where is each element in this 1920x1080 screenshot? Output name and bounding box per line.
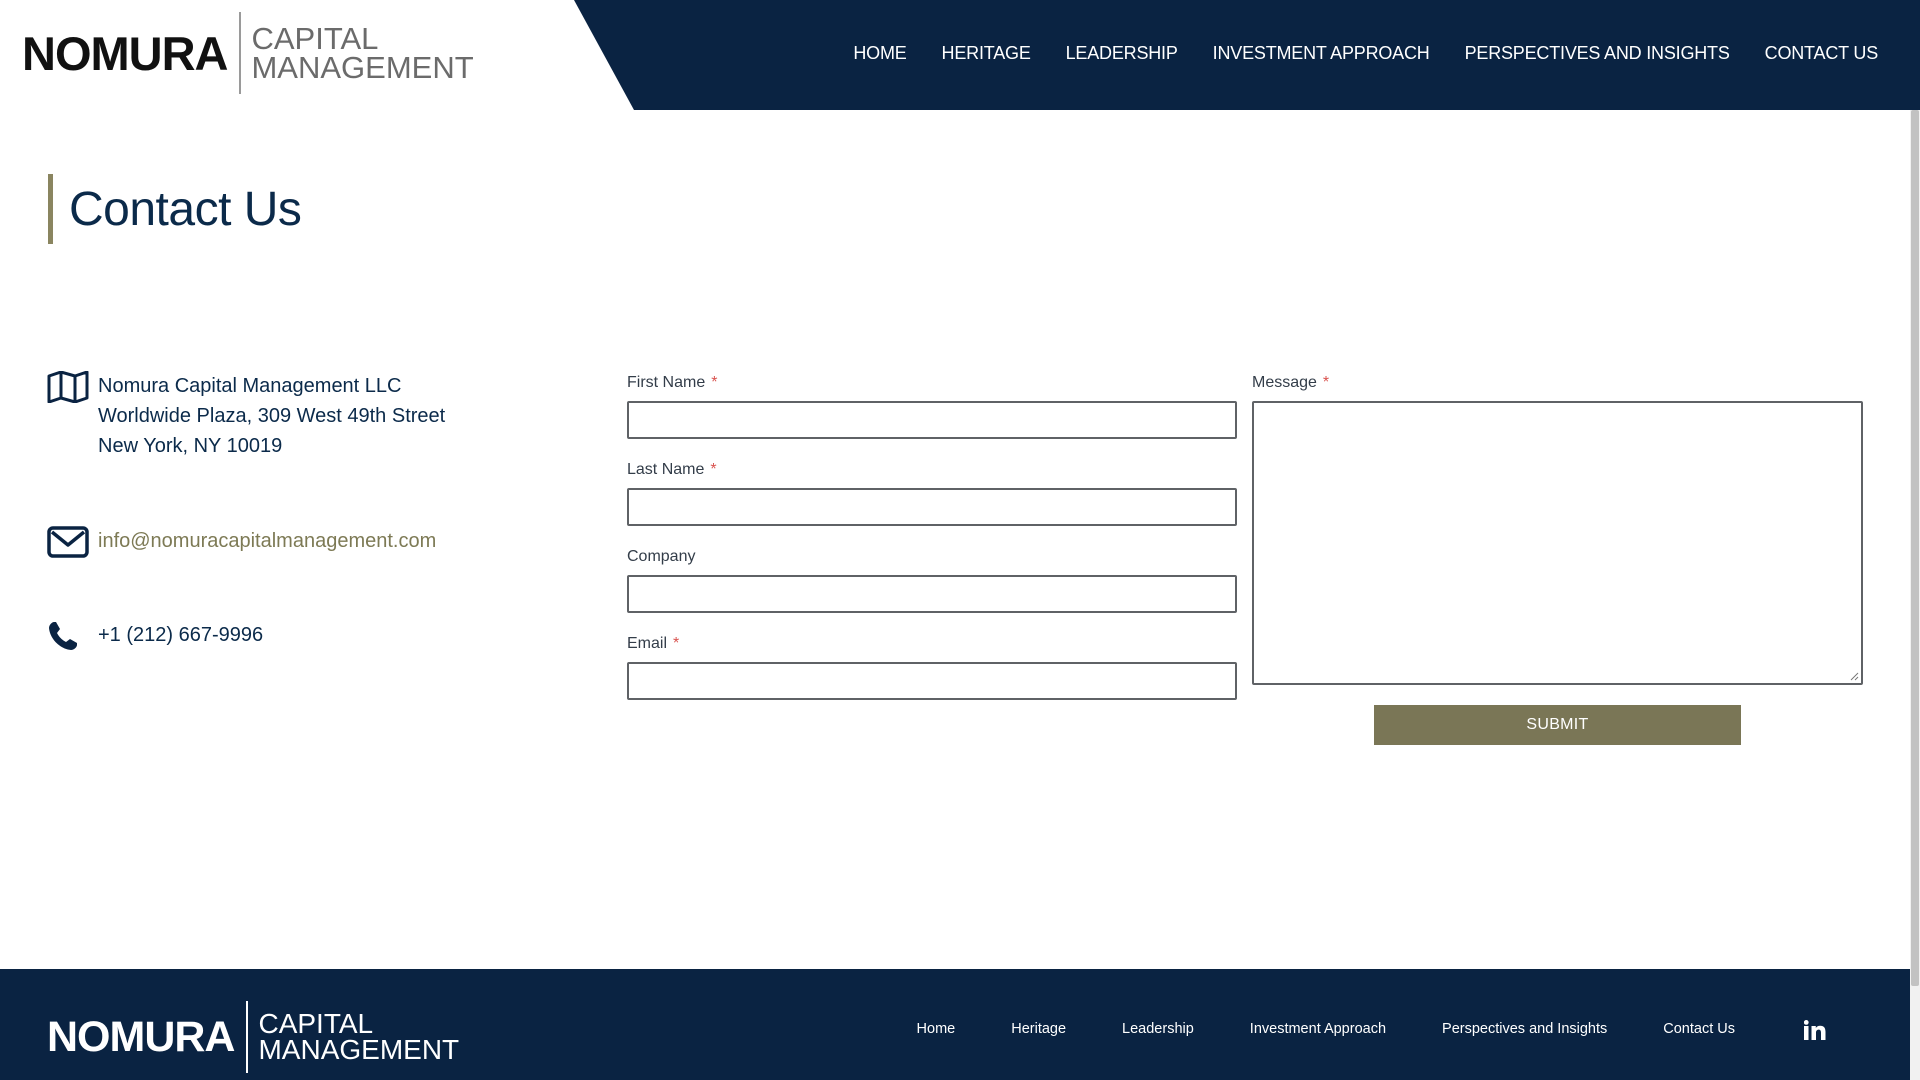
nav-perspectives[interactable]: PERSPECTIVES AND INSIGHTS [1465,43,1730,64]
header-logo[interactable]: NOMURA CAPITAL MANAGEMENT [22,12,474,94]
email-label: Email * [627,635,679,653]
required-mark: * [710,461,717,478]
message-textarea[interactable] [1252,401,1863,685]
email-link[interactable]: info@nomuracapitalmanagement.com [98,526,436,556]
footer-link-contact-us[interactable]: Contact Us [1663,1021,1735,1037]
site-header: NOMURA CAPITAL MANAGEMENT HOME HERITAGE … [0,0,1920,110]
logo-wordmark: NOMURA [22,26,228,80]
title-accent-bar [48,174,53,244]
address-line-3: New York, NY 10019 [98,435,283,457]
page-title-block: Contact Us [48,174,302,244]
first-name-input[interactable] [627,401,1237,439]
company-label: Company [627,548,695,566]
logo-subtitle: CAPITAL MANAGEMENT [251,23,474,85]
main-nav: HOME HERITAGE LEADERSHIP INVESTMENT APPR… [818,0,1878,106]
footer-logo-wordmark: NOMURA [47,1012,235,1061]
phone-block: +1 (212) 667-9996 [47,620,263,652]
footer-logo-subtitle: CAPITAL MANAGEMENT [258,1010,460,1065]
email-input[interactable] [627,662,1237,700]
email-label-text: Email [627,635,668,652]
required-mark: * [711,374,718,391]
required-mark: * [673,635,680,652]
last-name-input[interactable] [627,488,1237,526]
message-label: Message * [1252,374,1329,392]
last-name-label-text: Last Name [627,461,705,478]
phone-icon [47,620,89,652]
footer-nav: Home Heritage Leadership Investment Appr… [861,1021,1735,1037]
nav-heritage[interactable]: HERITAGE [942,43,1031,64]
address-line-1: Nomura Capital Management LLC [98,375,402,397]
first-name-label: First Name * [627,374,717,392]
footer-link-leadership[interactable]: Leadership [1122,1021,1194,1037]
footer-logo-divider [246,1001,249,1073]
footer-logo-sub-line2: MANAGEMENT [258,1034,460,1065]
company-label-text: Company [627,548,696,565]
footer-logo[interactable]: NOMURA CAPITAL MANAGEMENT [47,1001,459,1073]
last-name-label: Last Name * [627,461,717,479]
footer-link-home[interactable]: Home [917,1021,956,1037]
nav-investment-approach[interactable]: INVESTMENT APPROACH [1213,43,1430,64]
address-text: Nomura Capital Management LLC Worldwide … [98,371,445,461]
company-input[interactable] [627,575,1237,613]
map-icon [47,371,89,403]
email-block: info@nomuracapitalmanagement.com [47,526,436,558]
linkedin-icon[interactable] [1804,1020,1826,1040]
envelope-icon [47,526,89,558]
first-name-label-text: First Name [627,374,706,391]
page-title: Contact Us [69,182,302,236]
phone-text[interactable]: +1 (212) 667-9996 [98,620,263,650]
scrollbar-thumb[interactable] [1911,110,1919,986]
message-label-text: Message [1252,374,1317,391]
site-footer: NOMURA CAPITAL MANAGEMENT Home Heritage … [0,969,1910,1080]
footer-link-heritage[interactable]: Heritage [1011,1021,1066,1037]
logo-sub-line2: MANAGEMENT [251,50,474,85]
address-block: Nomura Capital Management LLC Worldwide … [47,371,445,461]
footer-link-investment-approach[interactable]: Investment Approach [1250,1021,1386,1037]
required-mark: * [1322,374,1330,391]
nav-contact-us[interactable]: CONTACT US [1765,43,1879,64]
logo-divider [239,12,242,94]
page-scrollbar[interactable] [1910,110,1920,1080]
footer-link-perspectives[interactable]: Perspectives and Insights [1442,1021,1607,1037]
nav-leadership[interactable]: LEADERSHIP [1066,43,1178,64]
address-line-2: Worldwide Plaza, 309 West 49th Street [98,405,446,427]
submit-button[interactable]: SUBMIT [1374,705,1741,745]
resize-grip-icon[interactable] [1850,672,1859,681]
nav-home[interactable]: HOME [853,43,906,64]
